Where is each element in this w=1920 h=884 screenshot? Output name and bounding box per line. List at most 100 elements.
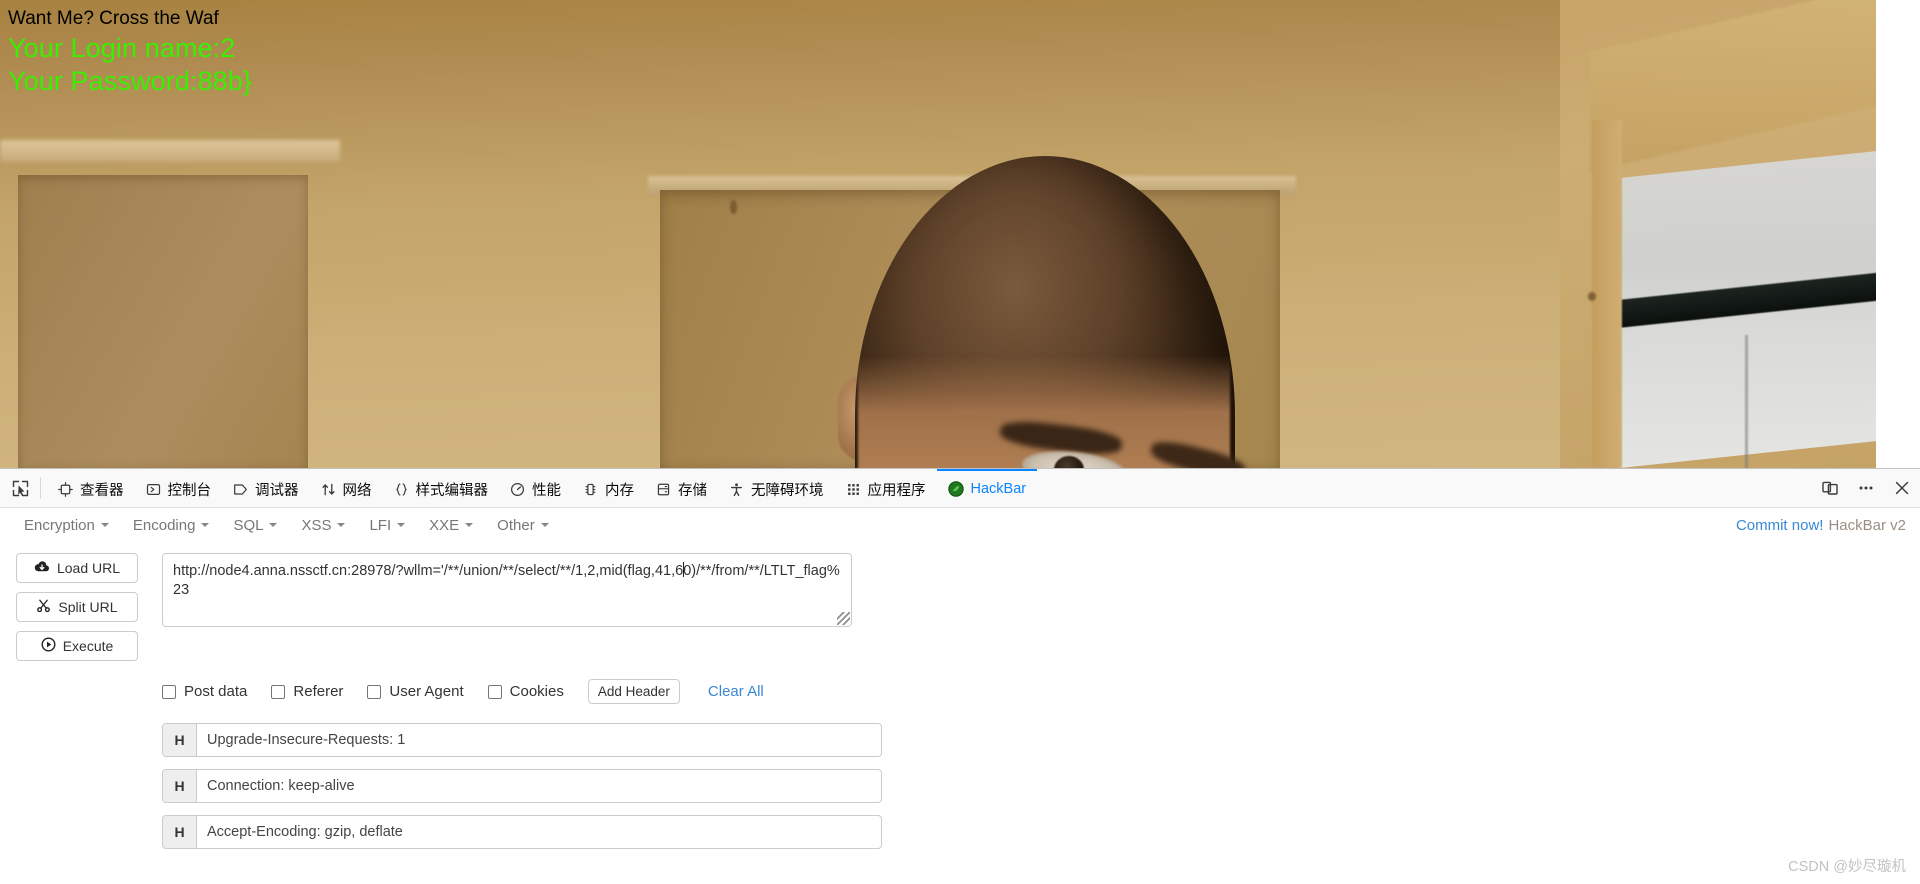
password-output: Your Password:88b}: [8, 66, 252, 96]
chevron-down-icon: [540, 523, 549, 527]
button-label: Execute: [62, 638, 114, 654]
checkbox-label: Cookies: [509, 683, 564, 700]
button-label: Split URL: [58, 599, 118, 615]
checkbox-referer[interactable]: Referer: [271, 683, 343, 700]
hackbar-options-row: Post data Referer User Agent Cookies Add…: [162, 679, 1920, 704]
debugger-icon: [233, 482, 248, 497]
header-input[interactable]: Connection: keep-alive: [197, 770, 881, 802]
hackbar-url-row: Load URL Split URL Execute http://node4.…: [0, 553, 1920, 661]
checkbox-cookies[interactable]: Cookies: [487, 683, 564, 700]
hackbar-menu-xxe[interactable]: XXE: [419, 513, 483, 538]
hackbar-menu-other[interactable]: Other: [487, 513, 559, 538]
devtools-tab-label: 内存: [605, 482, 634, 499]
split-url-button[interactable]: Split URL: [16, 592, 138, 622]
devtools-tab-performance[interactable]: 性能: [499, 469, 572, 507]
chevron-down-icon: [397, 523, 406, 527]
chevron-down-icon: [100, 523, 109, 527]
close-devtools-icon[interactable]: [1884, 469, 1920, 507]
url-input[interactable]: http://node4.anna.nssctf.cn:28978/?wllm=…: [162, 553, 852, 627]
menu-label: XXE: [429, 516, 460, 534]
photo-left-door-highlight: [0, 140, 340, 162]
menu-label: LFI: [369, 516, 392, 534]
header-prefix-label: H: [163, 770, 197, 802]
hackbar-menu-sql[interactable]: SQL: [223, 513, 287, 538]
checkbox-box[interactable]: [367, 684, 382, 699]
devtools-tab-label: 性能: [532, 482, 561, 499]
inspector-icon: [58, 481, 73, 497]
devtools-tab-style-editor[interactable]: 样式编辑器: [383, 469, 500, 507]
button-label: Load URL: [56, 560, 121, 576]
hackbar-menu-encoding[interactable]: Encoding: [123, 513, 220, 538]
hackbar-menu-encryption[interactable]: Encryption: [14, 513, 119, 538]
hackbar-menu-bar: Encryption Encoding SQL XSS LFI XXE Othe…: [0, 508, 1920, 543]
devtools-tab-label: 无障碍环境: [751, 482, 824, 499]
chevron-down-icon: [269, 523, 278, 527]
devtools-panel: 查看器 控制台 调试器 网络 样式编辑器 性能 内存 存储 无障碍环境 应用程序…: [0, 468, 1920, 883]
responsive-design-mode-icon[interactable]: [1812, 469, 1848, 507]
devtools-tab-debugger[interactable]: 调试器: [222, 469, 310, 507]
style-editor-icon: [394, 482, 409, 497]
devtools-tab-label: 样式编辑器: [415, 482, 489, 499]
devtools-tab-label: 控制台: [167, 482, 212, 499]
console-icon: [146, 482, 161, 497]
devtools-meatball-menu-icon[interactable]: [1848, 469, 1884, 507]
chevron-down-icon: [337, 523, 346, 527]
devtools-tab-hackbar[interactable]: HackBar: [936, 469, 1038, 507]
load-url-button[interactable]: Load URL: [16, 553, 138, 583]
page-photo: [0, 0, 1876, 468]
devtools-tab-console[interactable]: 控制台: [135, 469, 223, 507]
hackbar-header-list: H Upgrade-Insecure-Requests: 1 H Connect…: [162, 723, 882, 849]
toolbar-separator: [40, 477, 41, 499]
devtools-tab-label: 存储: [678, 482, 707, 499]
photo-right-seam: [1745, 335, 1748, 468]
checkbox-box[interactable]: [271, 684, 286, 699]
accessibility-icon: [729, 482, 744, 497]
photo-wall-mark-right: [1588, 292, 1596, 301]
devtools-tab-memory[interactable]: 内存: [572, 469, 645, 507]
chevron-down-icon: [201, 523, 210, 527]
network-icon: [321, 482, 336, 497]
add-header-button[interactable]: Add Header: [587, 679, 680, 704]
application-icon: [846, 482, 861, 497]
memory-icon: [583, 482, 598, 497]
checkbox-box[interactable]: [487, 684, 502, 699]
execute-button[interactable]: Execute: [16, 631, 138, 661]
menu-label: SQL: [233, 516, 264, 534]
checkbox-label: User Agent: [389, 683, 464, 700]
devtools-tab-label: 网络: [342, 482, 372, 499]
header-input[interactable]: Upgrade-Insecure-Requests: 1: [197, 724, 881, 756]
photo-left-door-panel: [18, 175, 308, 468]
devtools-tab-application[interactable]: 应用程序: [835, 469, 937, 507]
header-prefix-label: H: [163, 816, 197, 848]
checkbox-label: Post data: [184, 683, 248, 700]
devtools-tab-bar: 查看器 控制台 调试器 网络 样式编辑器 性能 内存 存储 无障碍环境 应用程序…: [0, 469, 1920, 508]
devtools-tab-label: 调试器: [255, 482, 299, 499]
header-input[interactable]: Accept-Encoding: gzip, deflate: [197, 816, 881, 848]
menu-label: Encryption: [24, 516, 95, 534]
hackbar-icon: [947, 481, 964, 497]
photo-wall-mark-left: [730, 200, 737, 214]
devtools-tab-inspector[interactable]: 查看器: [47, 469, 135, 507]
storage-icon: [656, 482, 671, 497]
checkbox-user-agent[interactable]: User Agent: [367, 683, 464, 700]
devtools-tab-network[interactable]: 网络: [310, 469, 383, 507]
hackbar-version-label: HackBar v2: [1828, 516, 1906, 534]
devtools-tab-accessibility[interactable]: 无障碍环境: [718, 469, 835, 507]
devtools-tab-storage[interactable]: 存储: [645, 469, 718, 507]
chevron-down-icon: [465, 523, 474, 527]
play-circle-icon: [41, 637, 56, 655]
element-picker-icon[interactable]: [0, 469, 40, 507]
hackbar-menu-lfi[interactable]: LFI: [359, 513, 415, 538]
hackbar-body: Load URL Split URL Execute http://node4.…: [0, 543, 1920, 884]
checkbox-post-data[interactable]: Post data: [162, 683, 247, 700]
checkbox-box[interactable]: [162, 684, 176, 699]
cloud-download-icon: [34, 560, 50, 576]
commit-now-link[interactable]: Commit now!: [1736, 517, 1824, 534]
clear-all-link[interactable]: Clear All: [708, 683, 764, 700]
checkbox-label: Referer: [293, 683, 344, 700]
menu-label: Encoding: [132, 516, 196, 534]
scissors-icon: [36, 599, 51, 616]
hackbar-menu-xss[interactable]: XSS: [291, 513, 355, 538]
hackbar-action-buttons: Load URL Split URL Execute: [16, 553, 138, 661]
menu-label: Other: [497, 516, 535, 534]
